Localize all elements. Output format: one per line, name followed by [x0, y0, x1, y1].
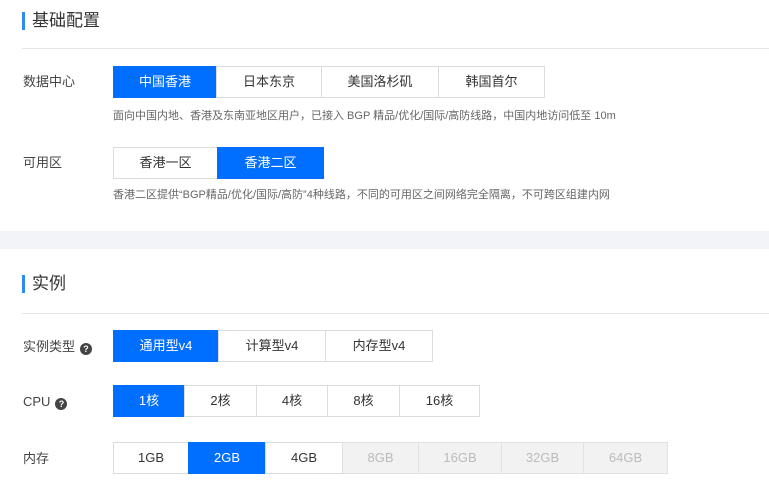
- memory-option-64gb: 64GB: [583, 442, 668, 474]
- instance-type-selector: 通用型v4 计算型v4 内存型v4: [113, 330, 433, 362]
- cpu-label: CPU?: [23, 392, 68, 412]
- datacenter-option-seoul[interactable]: 韩国首尔: [438, 66, 545, 98]
- basic-config-card: 基础配置 数据中心 中国香港 日本东京 美国洛杉矶 韩国首尔 面向中国内地、香港…: [0, 0, 769, 231]
- zone-option-hk2[interactable]: 香港二区: [217, 147, 324, 179]
- instance-type-option-memory[interactable]: 内存型v4: [325, 330, 433, 362]
- datacenter-option-hongkong[interactable]: 中国香港: [113, 66, 217, 98]
- instance-type-option-general[interactable]: 通用型v4: [113, 330, 219, 362]
- instance-title: 实例: [22, 274, 66, 294]
- question-circle-icon[interactable]: ?: [80, 343, 93, 355]
- memory-option-32gb: 32GB: [501, 442, 584, 474]
- cpu-selector: 1核 2核 4核 8核 16核: [113, 385, 480, 417]
- memory-option-8gb: 8GB: [342, 442, 419, 474]
- zone-hint: 香港二区提供“BGP精品/优化/国际/高防”4种线路，不同的可用区之间网络完全隔…: [113, 189, 610, 201]
- memory-option-16gb: 16GB: [418, 442, 502, 474]
- cpu-option-2[interactable]: 2核: [184, 385, 257, 417]
- datacenter-hint: 面向中国内地、香港及东南亚地区用户，已接入 BGP 精品/优化/国际/高防线路，…: [113, 110, 616, 122]
- memory-option-4gb[interactable]: 4GB: [265, 442, 343, 474]
- instance-type-label-text: 实例类型: [23, 339, 76, 354]
- instance-card: 实例 实例类型? 通用型v4 计算型v4 内存型v4 CPU? 1核 2核 4核…: [0, 249, 769, 483]
- zone-option-hk1[interactable]: 香港一区: [113, 147, 218, 179]
- memory-option-2gb[interactable]: 2GB: [188, 442, 266, 474]
- datacenter-option-tokyo[interactable]: 日本东京: [216, 66, 322, 98]
- cpu-option-8[interactable]: 8核: [327, 385, 400, 417]
- instance-type-option-compute[interactable]: 计算型v4: [218, 330, 326, 362]
- datacenter-selector: 中国香港 日本东京 美国洛杉矶 韩国首尔: [113, 66, 545, 98]
- cpu-label-text: CPU: [23, 394, 51, 409]
- question-circle-icon[interactable]: ?: [55, 398, 68, 410]
- memory-label: 内存: [23, 451, 50, 466]
- cpu-option-4[interactable]: 4核: [256, 385, 328, 417]
- cpu-option-1[interactable]: 1核: [113, 385, 185, 417]
- zone-label: 可用区: [23, 155, 63, 170]
- basic-config-title: 基础配置: [22, 11, 100, 31]
- cpu-option-16[interactable]: 16核: [399, 385, 480, 417]
- memory-option-1gb[interactable]: 1GB: [113, 442, 189, 474]
- memory-selector: 1GB 2GB 4GB 8GB 16GB 32GB 64GB: [113, 442, 668, 474]
- datacenter-option-losangeles[interactable]: 美国洛杉矶: [321, 66, 439, 98]
- instance-type-label: 实例类型?: [23, 337, 93, 357]
- zone-selector: 香港一区 香港二区: [113, 147, 324, 179]
- section-divider: [22, 313, 769, 314]
- datacenter-label: 数据中心: [23, 74, 76, 89]
- section-divider: [22, 48, 769, 49]
